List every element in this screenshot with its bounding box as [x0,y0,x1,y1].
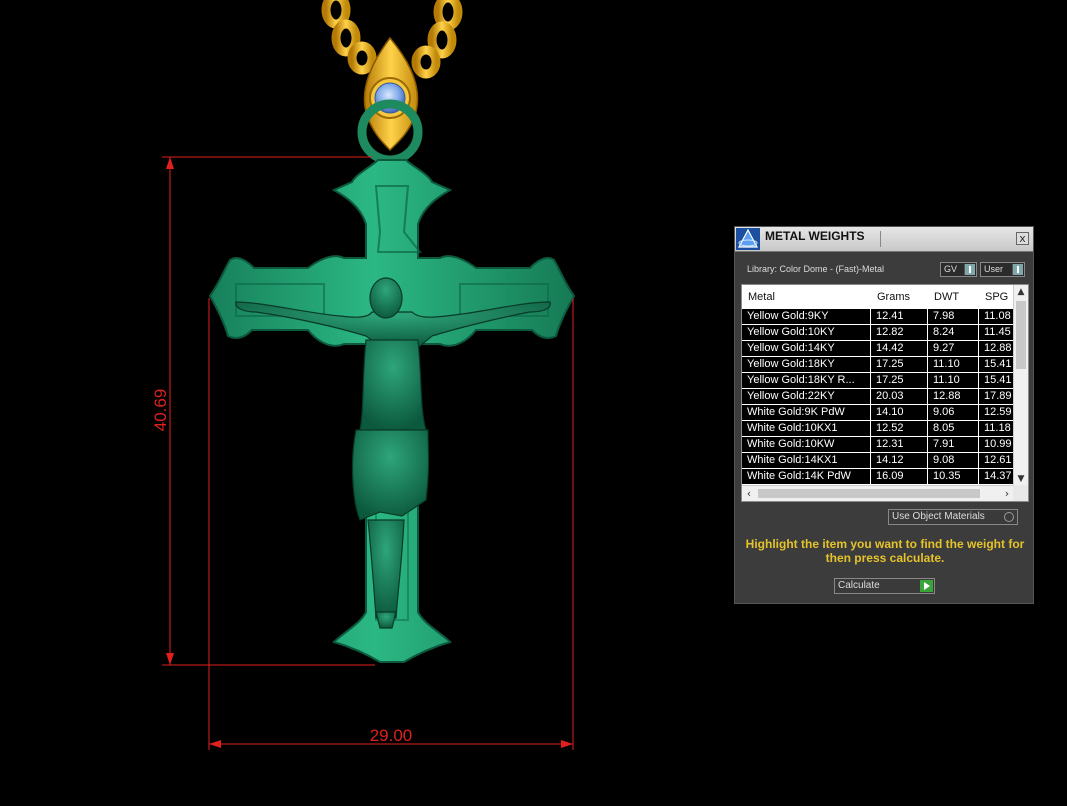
cell-metal: Yellow Gold:18KY [742,357,871,372]
vertical-scrollbar[interactable]: ▲ ▼ [1013,285,1028,486]
calculate-label: Calculate [838,580,880,591]
app-logo-icon [736,228,760,250]
table-row[interactable]: Yellow Gold:18KY R... 17.25 11.10 15.41 [742,373,1019,388]
instruction-text: Highlight the item you want to find the … [745,537,1025,565]
cell-grams: 20.03 [871,389,928,404]
cell-grams: 12.41 [871,309,928,324]
cell-grams: 12.82 [871,325,928,340]
horizontal-scrollbar[interactable]: ‹ › [742,485,1028,501]
cell-dwt: 9.08 [928,453,979,468]
cell-dwt: 10.35 [928,469,979,484]
cell-metal: Yellow Gold:9KY [742,309,871,324]
scroll-right-icon[interactable]: › [1000,486,1014,501]
table-row[interactable]: White Gold:14KX1 14.12 9.08 12.61 [742,453,1019,468]
close-button[interactable]: x [1016,232,1029,245]
metal-weights-table[interactable]: Metal Grams DWT SPG Yellow Gold:9KY 12.41… [741,284,1029,502]
cell-dwt: 8.05 [928,421,979,436]
title-divider [880,231,881,247]
library-label: Library: Color Dome - (Fast)-Metal [747,264,885,274]
user-select-value: User [984,264,1004,274]
cell-grams: 16.09 [871,469,928,484]
cell-dwt: 8.24 [928,325,979,340]
gv-dropdown-icon [964,264,975,275]
cell-dwt: 12.88 [928,389,979,404]
cell-grams: 14.10 [871,405,928,420]
cell-metal: Yellow Gold:22KY [742,389,871,404]
table-row[interactable]: Yellow Gold:22KY 20.03 12.88 17.89 [742,389,1019,404]
cell-dwt: 7.91 [928,437,979,452]
panel-titlebar[interactable]: METAL WEIGHTS x [735,227,1033,252]
horizontal-scroll-thumb[interactable] [758,489,980,498]
cell-metal: Yellow Gold:14KY [742,341,871,356]
table-row[interactable]: Yellow Gold:10KY 12.82 8.24 11.45 [742,325,1019,340]
cell-metal: White Gold:9K PdW [742,405,871,420]
user-select[interactable]: User [980,262,1025,277]
radio-icon[interactable] [1004,512,1014,522]
table-header: Metal Grams DWT SPG [742,285,1014,309]
column-header-dwt[interactable]: DWT [934,291,959,303]
vertical-scroll-thumb[interactable] [1016,301,1026,369]
cell-dwt: 9.06 [928,405,979,420]
gv-select-value: GV [944,264,958,274]
height-dimension-label: 40.69 [151,389,170,432]
table-row[interactable]: Yellow Gold:9KY 12.41 7.98 11.08 [742,309,1019,324]
cell-grams: 17.25 [871,373,928,388]
use-object-materials-option[interactable]: Use Object Materials [888,509,1018,525]
cell-grams: 12.31 [871,437,928,452]
user-dropdown-icon [1012,264,1023,275]
column-header-spg[interactable]: SPG [985,291,1008,303]
cell-grams: 14.12 [871,453,928,468]
table-body: Yellow Gold:9KY 12.41 7.98 11.08 Yellow Gol… [742,309,1019,485]
cell-grams: 14.42 [871,341,928,356]
metal-weights-panel: METAL WEIGHTS x Library: Color Dome - (F… [734,226,1034,604]
scroll-up-icon[interactable]: ▲ [1014,285,1028,299]
panel-title: METAL WEIGHTS [765,229,865,243]
scroll-left-icon[interactable]: ‹ [742,486,756,501]
cell-metal: White Gold:14K PdW [742,469,871,484]
cell-metal: White Gold:10KX1 [742,421,871,436]
table-row[interactable]: White Gold:9K PdW 14.10 9.06 12.59 [742,405,1019,420]
play-arrow-icon [920,580,933,592]
calculate-button[interactable]: Calculate [834,578,935,594]
cell-grams: 12.52 [871,421,928,436]
cell-dwt: 9.27 [928,341,979,356]
cell-grams: 17.25 [871,357,928,372]
column-header-metal[interactable]: Metal [748,291,775,303]
use-object-materials-label: Use Object Materials [892,511,985,522]
cell-dwt: 11.10 [928,357,979,372]
cell-metal: Yellow Gold:10KY [742,325,871,340]
table-row[interactable]: White Gold:10KW 12.31 7.91 10.99 [742,437,1019,452]
cell-metal: Yellow Gold:18KY R... [742,373,871,388]
scroll-down-icon[interactable]: ▼ [1014,472,1028,486]
cell-dwt: 7.98 [928,309,979,324]
cell-metal: White Gold:10KW [742,437,871,452]
table-row[interactable]: White Gold:14K PdW 16.09 10.35 14.37 [742,469,1019,484]
gv-select[interactable]: GV [940,262,977,277]
table-row[interactable]: White Gold:10KX1 12.52 8.05 11.18 [742,421,1019,436]
width-dimension-label: 29.00 [370,726,413,745]
column-header-grams[interactable]: Grams [877,291,910,303]
table-row[interactable]: Yellow Gold:18KY 17.25 11.10 15.41 [742,357,1019,372]
cell-metal: White Gold:14KX1 [742,453,871,468]
table-row[interactable]: Yellow Gold:14KY 14.42 9.27 12.88 [742,341,1019,356]
cell-dwt: 11.10 [928,373,979,388]
scroll-corner [1013,485,1028,501]
